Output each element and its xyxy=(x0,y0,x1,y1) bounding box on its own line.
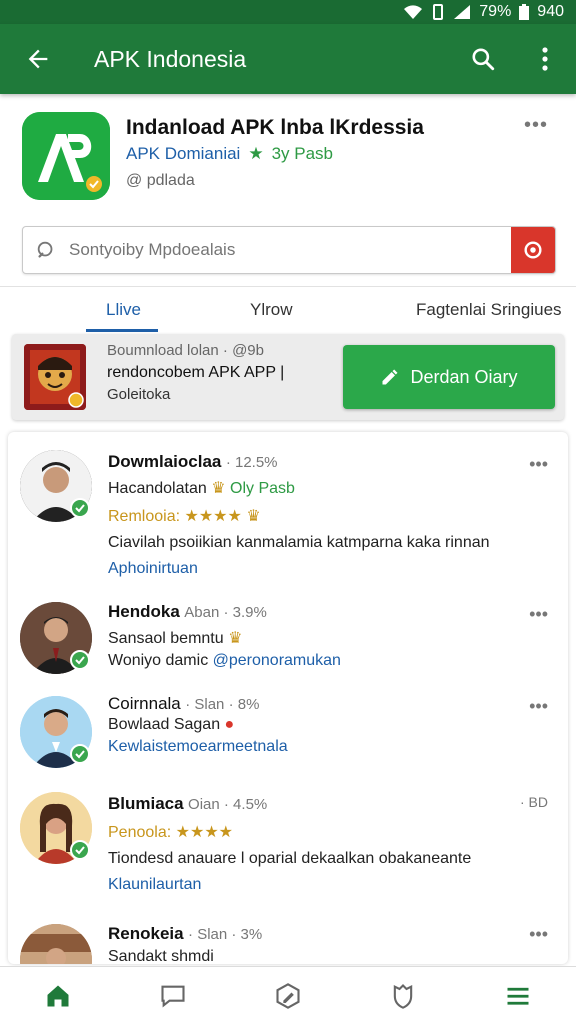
item-subtitle: Bowlaad Sagan xyxy=(108,716,221,733)
tab-bar: Llive Ylrow Fagtenlai Sringiues xyxy=(0,286,576,332)
download-button[interactable]: Derdan Oiary xyxy=(343,345,555,409)
search-input[interactable] xyxy=(69,240,511,260)
header-more-icon[interactable]: ••• xyxy=(524,114,548,137)
avatar[interactable] xyxy=(20,924,92,964)
item-mention[interactable]: @peronoramukan xyxy=(213,652,341,669)
item-name: Blumiaca xyxy=(108,794,184,813)
overflow-menu-button[interactable] xyxy=(514,24,576,94)
promo-thumbnail[interactable] xyxy=(24,344,86,410)
item-name: Dowmlaioclaa xyxy=(108,452,222,471)
item-subtitle: Hacandolatan xyxy=(108,480,207,497)
tab-view[interactable]: Ylrow xyxy=(250,287,293,333)
item-tag: Oly Pasb xyxy=(230,480,295,497)
tab-featured[interactable]: Fagtenlai Sringiues xyxy=(416,287,562,333)
item-description: Woniyo damic xyxy=(108,652,209,669)
item-rating-label: Penoola: xyxy=(108,824,172,841)
tab-live[interactable]: Llive xyxy=(106,287,141,333)
app-bar: APK Indonesia xyxy=(0,24,576,94)
tab-indicator xyxy=(86,329,158,332)
crown-icon: ♛ xyxy=(246,508,261,525)
item-more-icon[interactable]: ••• xyxy=(529,696,548,717)
verified-icon xyxy=(70,498,90,518)
nav-menu[interactable] xyxy=(461,967,576,1024)
item-link[interactable]: Klaunilaurtan xyxy=(108,876,201,894)
search-bar xyxy=(22,226,556,274)
chat-icon xyxy=(161,985,185,1008)
arrow-left-icon xyxy=(28,49,48,69)
item-link[interactable]: Kewlaistemoearmeetnala xyxy=(108,738,288,756)
item-body: Ciavilah psoiikian kanmalamia katmparna … xyxy=(108,534,490,551)
app-logo-icon[interactable] xyxy=(22,112,110,200)
home-icon xyxy=(47,985,69,1006)
item-meta: · Slan · 8% xyxy=(185,696,260,713)
target-icon xyxy=(524,241,542,259)
nav-edit[interactable] xyxy=(230,967,345,1024)
search-button[interactable] xyxy=(452,24,514,94)
item-meta: Aban · 3.9% xyxy=(184,604,267,621)
developer-row: APK Domianiai ★ 3y Pasb xyxy=(126,144,333,164)
signal-icon xyxy=(453,4,471,20)
verified-icon xyxy=(70,840,90,860)
promo-banner: Boumnload lolan · @9b rendoncobem APK AP… xyxy=(12,334,564,420)
item-more-icon[interactable]: ••• xyxy=(529,924,548,945)
download-button-label: Derdan Oiary xyxy=(410,366,518,387)
promo-line-2: rendoncobem APK APP | xyxy=(107,364,285,381)
search-submit-button[interactable] xyxy=(511,227,555,273)
bottom-nav xyxy=(0,966,576,1024)
developer-tag: 3y Pasb xyxy=(271,144,334,163)
developer-link[interactable]: APK Domianiai xyxy=(126,144,240,164)
feed-list: Dowmlaioclaa · 12.5% Hacandolatan ♛ Oly … xyxy=(8,432,568,964)
rating-stars: ★★★★ xyxy=(184,508,242,525)
item-name: Hendoka xyxy=(108,602,180,621)
search-icon xyxy=(23,239,69,261)
nav-home[interactable] xyxy=(0,967,115,1024)
battery-percent: 79% xyxy=(479,3,512,20)
back-button[interactable] xyxy=(0,24,76,94)
rating-stars: ★★★★ xyxy=(175,824,233,841)
app-header: Indanload APK lnba lKrdessia APK Domiani… xyxy=(0,94,576,214)
vibrate-icon xyxy=(431,4,445,20)
star-icon: ★ xyxy=(248,144,264,163)
search-icon xyxy=(472,48,495,71)
item-link[interactable]: Aphoinirtuan xyxy=(108,560,198,578)
nav-shield[interactable] xyxy=(346,967,461,1024)
status-bar: 79% 940 xyxy=(0,0,576,24)
item-more-icon[interactable]: ••• xyxy=(529,604,548,625)
app-name: Indanload APK lnba lKrdessia xyxy=(126,116,424,139)
app-bar-title: APK Indonesia xyxy=(94,45,247,72)
verified-icon xyxy=(70,744,90,764)
item-name: Coirnnala xyxy=(108,694,181,713)
item-meta: · 12.5% xyxy=(225,454,278,471)
item-body: Tiondesd anauare l oparial dekaalkan oba… xyxy=(108,850,472,867)
item-name: Renokeia xyxy=(108,924,184,943)
pencil-icon xyxy=(382,369,398,385)
menu-icon xyxy=(507,987,529,1005)
package-name: @ pdlada xyxy=(126,172,195,189)
crown-icon: ♛ xyxy=(211,480,226,497)
item-more-icon[interactable]: ••• xyxy=(529,454,548,475)
more-vert-icon xyxy=(542,47,548,71)
battery-icon xyxy=(519,4,530,20)
item-rating-label: Remlooia: xyxy=(108,508,181,525)
crown-icon: ♛ xyxy=(228,630,243,647)
verified-icon xyxy=(70,650,90,670)
promo-line-3: Goleitoka xyxy=(107,386,171,403)
record-icon: ● xyxy=(224,716,235,733)
nav-chat[interactable] xyxy=(115,967,230,1024)
item-subtitle: Sandakt shmdi xyxy=(108,948,214,964)
clock: 940 xyxy=(537,3,564,20)
item-meta: · Slan · 3% xyxy=(188,926,263,943)
promo-line-1: Boumnload lolan · @9b xyxy=(107,342,264,359)
item-subtitle: Sansaol bemntu xyxy=(108,630,224,647)
wifi-icon xyxy=(403,4,423,20)
item-side-label: · BD xyxy=(520,794,548,810)
edit-icon xyxy=(276,982,300,1009)
item-meta: Oian · 4.5% xyxy=(188,796,268,813)
shield-icon xyxy=(393,983,413,1009)
